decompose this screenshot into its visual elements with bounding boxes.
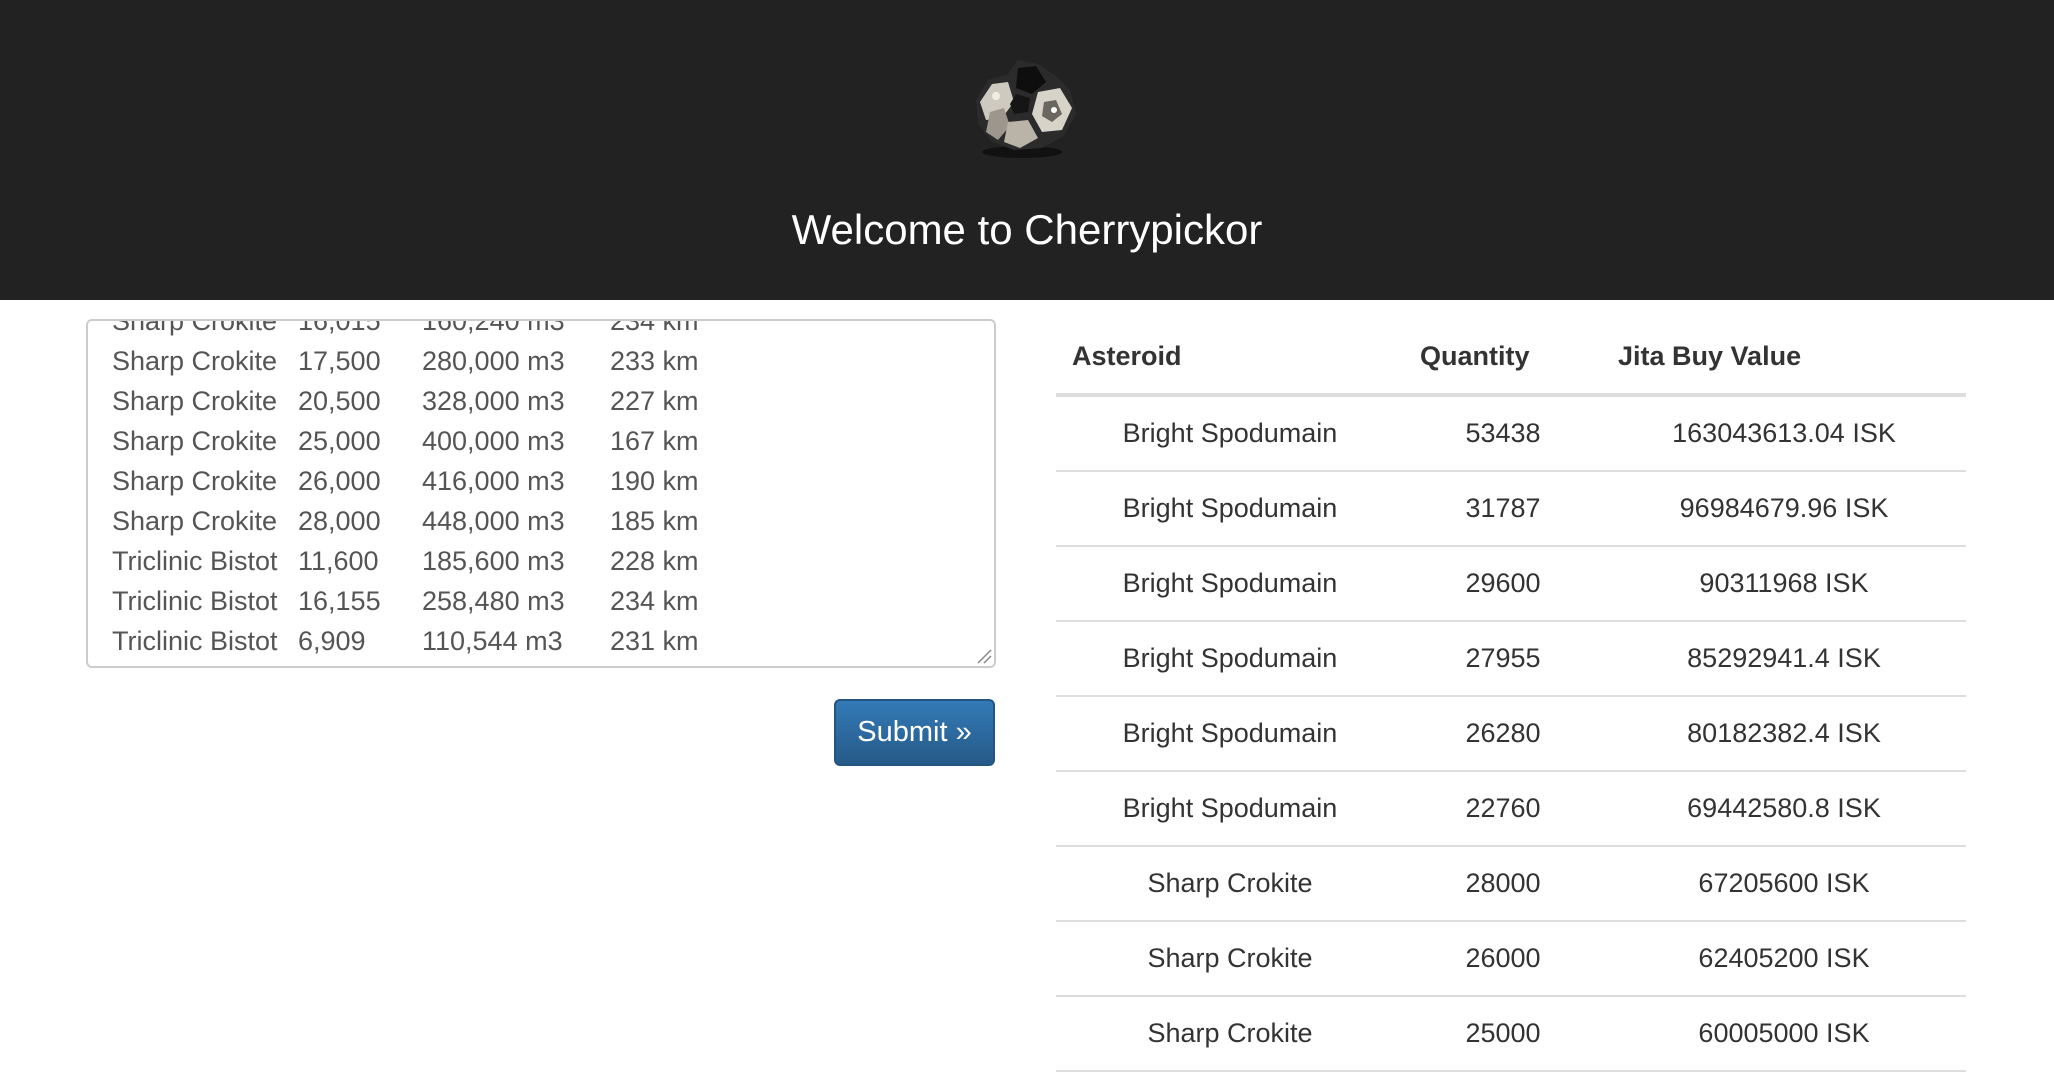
cell-value: 80182382.4 ISK [1602, 696, 1966, 772]
column-header-asteroid[interactable]: Asteroid [1056, 320, 1404, 397]
ore-line: Sharp Crokite 17,500 280,000 m3 233 km [112, 341, 984, 381]
ore-line: Sharp Crokite 25,000 400,000 m3 167 km [112, 421, 984, 461]
ore-quantity: 28,000 [298, 506, 381, 536]
ore-name: Sharp Crokite [112, 346, 278, 376]
ore-distance: 233 km [610, 346, 699, 376]
ore-volume: 258,480 m3 [422, 586, 565, 616]
cell-asteroid: Sharp Crokite [1056, 846, 1404, 922]
cell-value: 62405200 ISK [1602, 921, 1966, 997]
ore-quantity: 20,500 [298, 386, 381, 416]
ore-quantity: 17,500 [298, 346, 381, 376]
ore-line-partial: Sharp Crokite 16,015 160,240 m3 234 km [112, 319, 984, 341]
cell-asteroid: Sharp Crokite [1056, 996, 1404, 1072]
ore-quantity: 6,909 [298, 626, 366, 656]
table-header-row: Asteroid Quantity Jita Buy Value [1056, 320, 1966, 397]
cell-value: 163043613.04 ISK [1602, 395, 1966, 472]
table-row: Sharp Crokite 26000 62405200 ISK [1056, 921, 1966, 997]
ore-name: Sharp Crokite [112, 386, 278, 416]
ore-distance: 231 km [610, 626, 699, 656]
cell-quantity: 26280 [1404, 696, 1602, 772]
ore-distance: 185 km [610, 506, 699, 536]
table-row: Bright Spodumain 26280 80182382.4 ISK [1056, 696, 1966, 772]
ore-distance: 234 km [610, 586, 699, 616]
cell-quantity: 31787 [1404, 471, 1602, 547]
ore-volume: 160,240 m3 [422, 319, 565, 336]
ore-quantity: 26,000 [298, 466, 381, 496]
table-row: Bright Spodumain 53438 163043613.04 ISK [1056, 395, 1966, 472]
ore-line: Sharp Crokite 20,500 328,000 m3 227 km [112, 381, 984, 421]
ore-line: Triclinic Bistot 6,909 110,544 m3 231 km [112, 621, 984, 661]
ore-name: Triclinic Bistot [112, 626, 278, 656]
ore-line: Triclinic Bistot 16,155 258,480 m3 234 k… [112, 581, 984, 621]
ore-distance: 167 km [610, 426, 699, 456]
ore-line: Sharp Crokite 28,000 448,000 m3 185 km [112, 501, 984, 541]
cell-asteroid: Bright Spodumain [1056, 621, 1404, 697]
column-header-jita-buy-value[interactable]: Jita Buy Value [1602, 320, 1966, 397]
ore-volume: 280,000 m3 [422, 346, 565, 376]
cell-quantity: 26000 [1404, 921, 1602, 997]
submit-button[interactable]: Submit » [834, 699, 995, 766]
cell-value: 90311968 ISK [1602, 546, 1966, 622]
ore-quantity: 16,015 [298, 319, 381, 336]
ore-quantity: 11,600 [298, 546, 379, 576]
table-row: Sharp Crokite 28000 67205600 ISK [1056, 846, 1966, 922]
cell-asteroid: Bright Spodumain [1056, 696, 1404, 772]
cell-asteroid: Bright Spodumain [1056, 471, 1404, 547]
cell-value: 85292941.4 ISK [1602, 621, 1966, 697]
ore-distance: 227 km [610, 386, 699, 416]
ore-quantity: 25,000 [298, 426, 381, 456]
resize-grip-icon[interactable] [976, 648, 992, 664]
ore-volume: 416,000 m3 [422, 466, 565, 496]
cell-quantity: 22760 [1404, 771, 1602, 847]
page-title: Welcome to Cherrypickor [791, 206, 1263, 253]
table-row: Bright Spodumain 29600 90311968 ISK [1056, 546, 1966, 622]
cell-quantity: 27955 [1404, 621, 1602, 697]
ore-volume: 328,000 m3 [422, 386, 565, 416]
cell-quantity: 28000 [1404, 846, 1602, 922]
results-table: Asteroid Quantity Jita Buy Value Bright … [1056, 320, 1966, 1072]
ore-name: Sharp Crokite [112, 506, 278, 536]
cell-asteroid: Bright Spodumain [1056, 546, 1404, 622]
ore-quantity: 16,155 [298, 586, 381, 616]
ore-scan-textarea[interactable]: Sharp Crokite 16,015 160,240 m3 234 km S… [86, 319, 996, 668]
ore-name: Sharp Crokite [112, 426, 278, 456]
ore-name: Triclinic Bistot [112, 546, 278, 576]
asteroid-ore-logo [976, 60, 1076, 158]
ore-line: Sharp Crokite 26,000 416,000 m3 190 km [112, 461, 984, 501]
ore-volume: 448,000 m3 [422, 506, 565, 536]
page-header: Welcome to Cherrypickor [0, 0, 2054, 300]
ore-volume: 185,600 m3 [422, 546, 565, 576]
table-row: Bright Spodumain 31787 96984679.96 ISK [1056, 471, 1966, 547]
ore-scan-content: Sharp Crokite 16,015 160,240 m3 234 km S… [112, 319, 984, 661]
cell-asteroid: Bright Spodumain [1056, 395, 1404, 472]
cell-value: 69442580.8 ISK [1602, 771, 1966, 847]
ore-name: Triclinic Bistot [112, 586, 278, 616]
ore-name: Sharp Crokite [112, 319, 278, 336]
table-row: Bright Spodumain 22760 69442580.8 ISK [1056, 771, 1966, 847]
cell-asteroid: Bright Spodumain [1056, 771, 1404, 847]
ore-volume: 400,000 m3 [422, 426, 565, 456]
cell-quantity: 29600 [1404, 546, 1602, 622]
ore-line: Triclinic Bistot 11,600 185,600 m3 228 k… [112, 541, 984, 581]
cell-quantity: 53438 [1404, 395, 1602, 472]
ore-name: Sharp Crokite [112, 466, 278, 496]
cell-value: 67205600 ISK [1602, 846, 1966, 922]
ore-distance: 190 km [610, 466, 699, 496]
ore-volume: 110,544 m3 [422, 626, 563, 656]
column-header-quantity[interactable]: Quantity [1404, 320, 1602, 397]
cell-asteroid: Sharp Crokite [1056, 921, 1404, 997]
table-row: Bright Spodumain 27955 85292941.4 ISK [1056, 621, 1966, 697]
cell-value: 96984679.96 ISK [1602, 471, 1966, 547]
table-row: Sharp Crokite 25000 60005000 ISK [1056, 996, 1966, 1072]
ore-distance: 228 km [610, 546, 699, 576]
ore-distance: 234 km [610, 319, 699, 336]
cell-quantity: 25000 [1404, 996, 1602, 1072]
cell-value: 60005000 ISK [1602, 996, 1966, 1072]
